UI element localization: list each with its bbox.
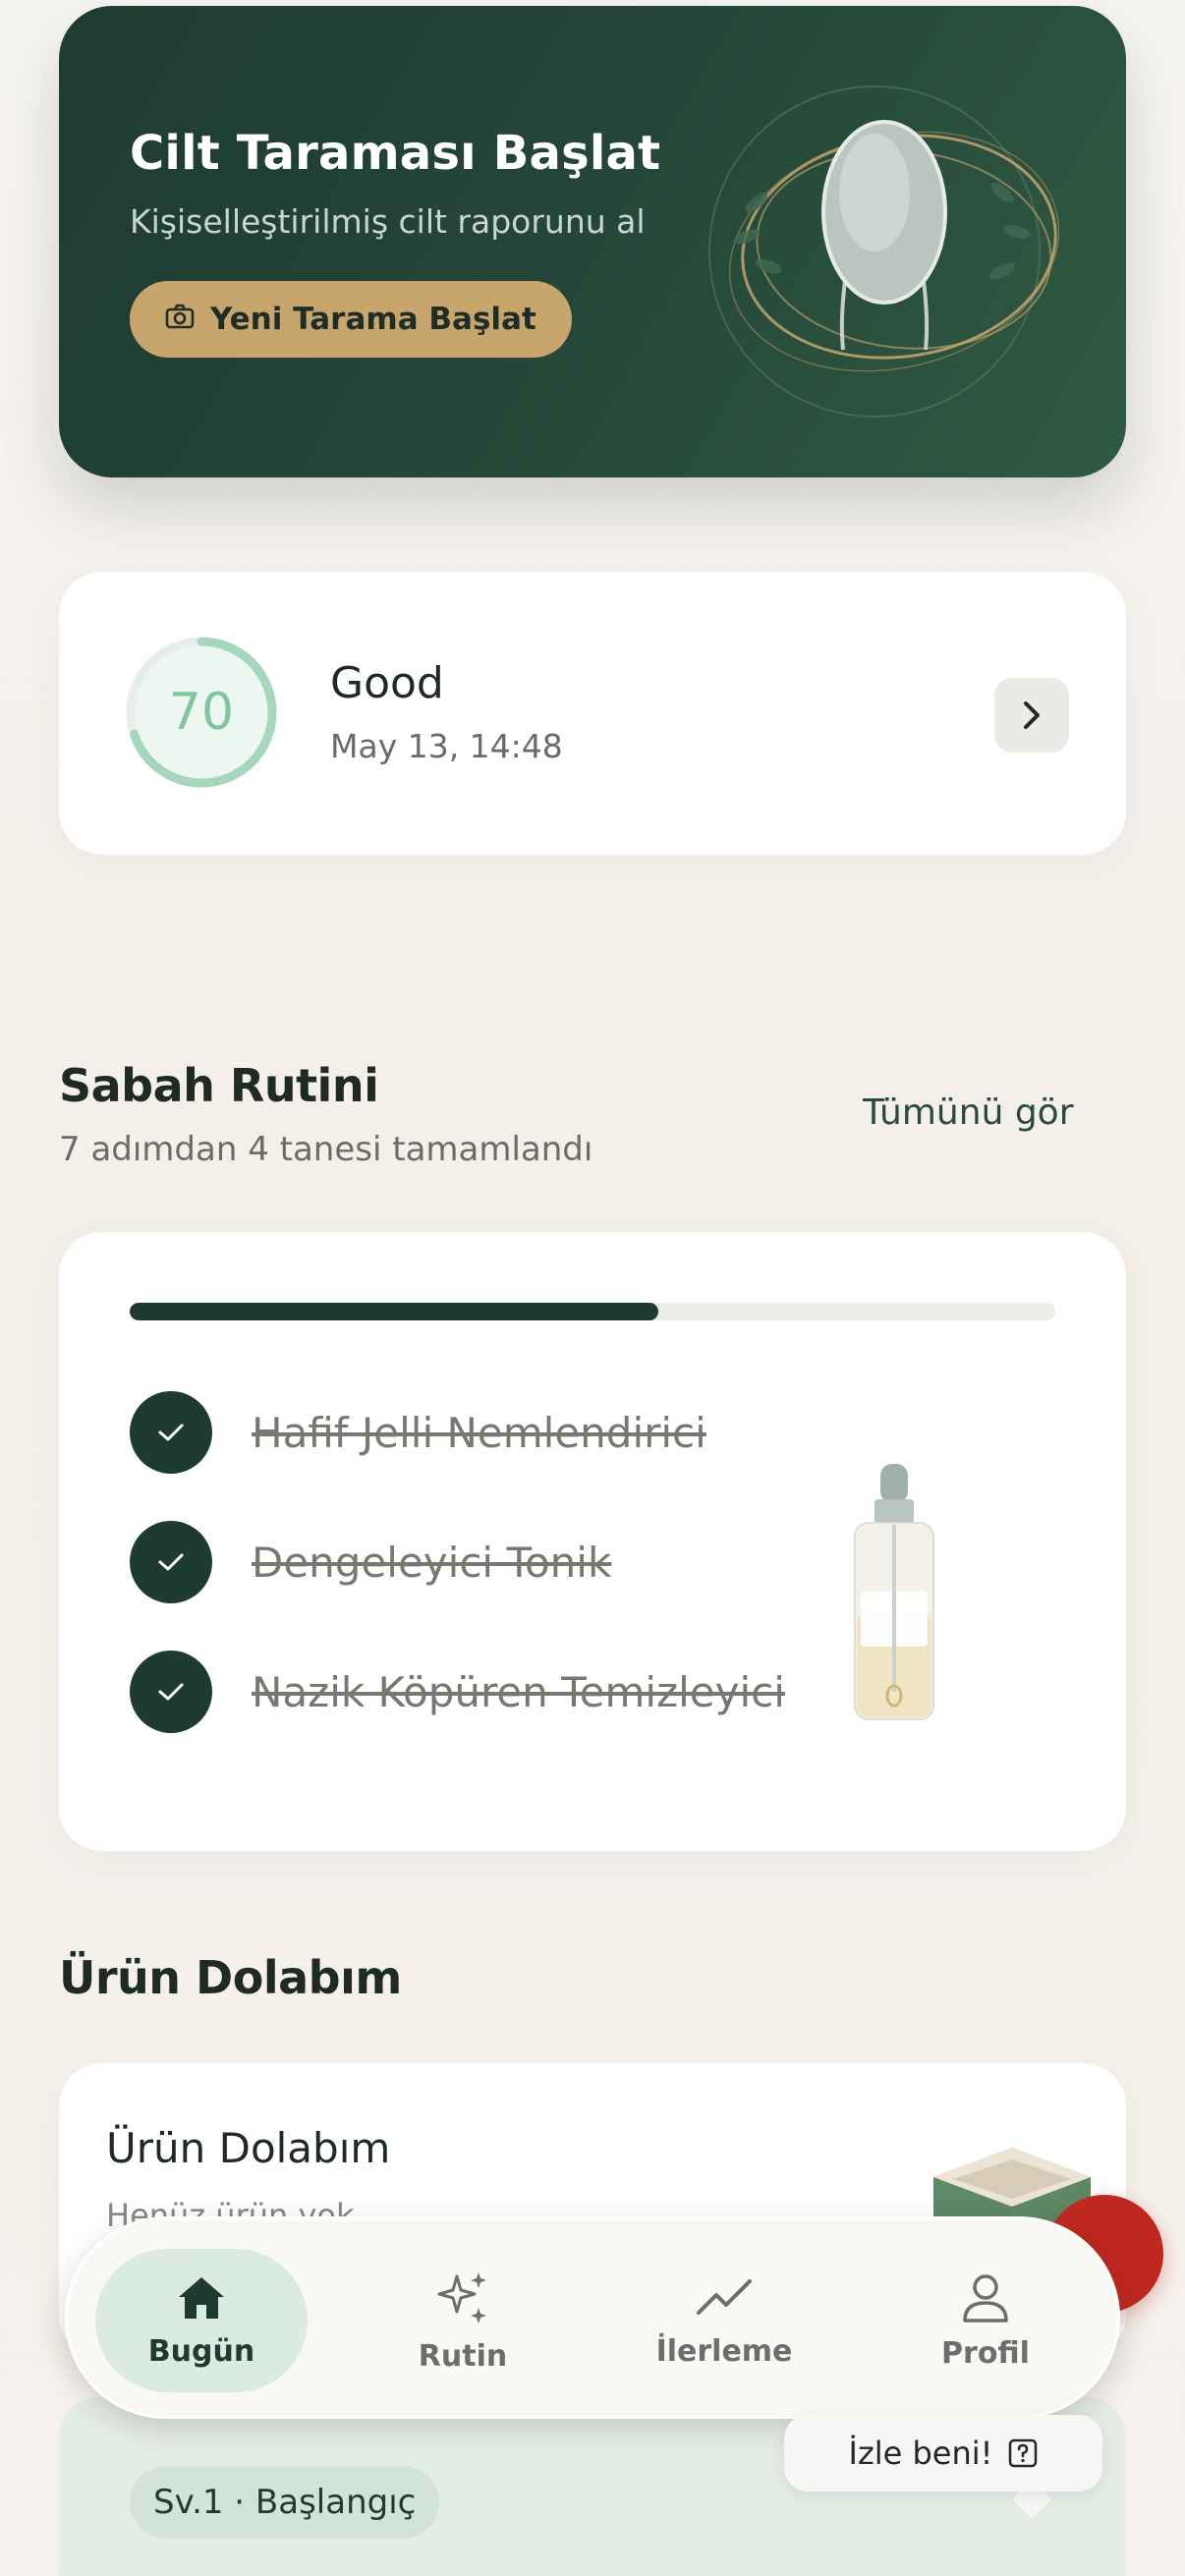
start-scan-button[interactable]: Yeni Tarama Başlat xyxy=(130,281,572,358)
nav-item-profile[interactable]: Profil xyxy=(879,2249,1092,2392)
tooltip-text: İzle beni! xyxy=(848,2435,993,2472)
level-chip: Sv.1 · Başlangıç xyxy=(130,2466,440,2539)
trend-icon xyxy=(697,2278,752,2315)
user-icon xyxy=(963,2273,1008,2323)
nav-label: Rutin xyxy=(418,2338,508,2374)
serum-bottle-illustration xyxy=(854,1464,934,1720)
routine-progress-bar xyxy=(130,1303,1055,1320)
sparkles-icon xyxy=(437,2271,486,2324)
skin-scan-card[interactable]: Cilt Taraması Başlat Kişiselleştirilmiş … xyxy=(59,6,1126,477)
camera-icon xyxy=(165,302,195,337)
nav-label: Bugün xyxy=(147,2333,255,2369)
check-icon[interactable] xyxy=(130,1651,212,1733)
see-all-link[interactable]: Tümünü gör xyxy=(863,1092,1074,1133)
routine-title: Sabah Rutini xyxy=(59,1059,379,1112)
routine-step[interactable]: Dengeleyici Tonik xyxy=(130,1521,611,1603)
last-scan-card[interactable]: 70 Good May 13, 14:48 xyxy=(59,572,1126,855)
open-scan-button[interactable] xyxy=(994,678,1069,753)
nav-item-routine[interactable]: Rutin xyxy=(357,2249,569,2392)
bottom-nav-bar: Bugün Rutin İlerleme Profil xyxy=(65,2216,1120,2419)
home-icon xyxy=(179,2276,224,2319)
routine-step[interactable]: Nazik Köpüren Temizleyici xyxy=(130,1651,785,1733)
nav-label: İlerleme xyxy=(655,2333,793,2369)
routine-step-label: Hafif Jelli Nemlendirici xyxy=(252,1408,706,1457)
routine-progress-fill xyxy=(130,1303,659,1320)
shelf-card-title: Ürün Dolabım xyxy=(106,2124,391,2172)
hero-title: Cilt Taraması Başlat xyxy=(130,126,661,181)
face-mirror-illustration xyxy=(708,85,1060,418)
routine-step-label: Nazik Köpüren Temizleyici xyxy=(252,1667,785,1716)
shelf-section-title: Ürün Dolabım xyxy=(59,1951,402,2004)
skin-score-label: Good xyxy=(330,658,444,708)
skin-score-value: 70 xyxy=(168,683,235,742)
nav-label: Profil xyxy=(941,2335,1030,2371)
check-icon[interactable] xyxy=(130,1391,212,1474)
routine-step-label: Dengeleyici Tonik xyxy=(252,1538,612,1587)
nav-item-progress[interactable]: İlerleme xyxy=(618,2249,830,2392)
nav-item-today[interactable]: Bugün xyxy=(95,2249,308,2392)
hero-subtitle: Kişiselleştirilmiş cilt raporunu al xyxy=(130,202,646,241)
watch-me-tooltip[interactable]: İzle beni! xyxy=(784,2415,1102,2492)
routine-subtitle: 7 adımdan 4 tanesi tamamlandı xyxy=(59,1130,593,1169)
check-icon[interactable] xyxy=(130,1521,212,1603)
chevron-right-icon xyxy=(1024,701,1040,729)
scan-date: May 13, 14:48 xyxy=(330,727,563,765)
routine-card: Hafif Jelli Nemlendirici Dengeleyici Ton… xyxy=(59,1232,1126,1851)
start-scan-label: Yeni Tarama Başlat xyxy=(210,302,536,337)
routine-step[interactable]: Hafif Jelli Nemlendirici xyxy=(130,1391,706,1474)
question-icon xyxy=(1009,2438,1038,2468)
